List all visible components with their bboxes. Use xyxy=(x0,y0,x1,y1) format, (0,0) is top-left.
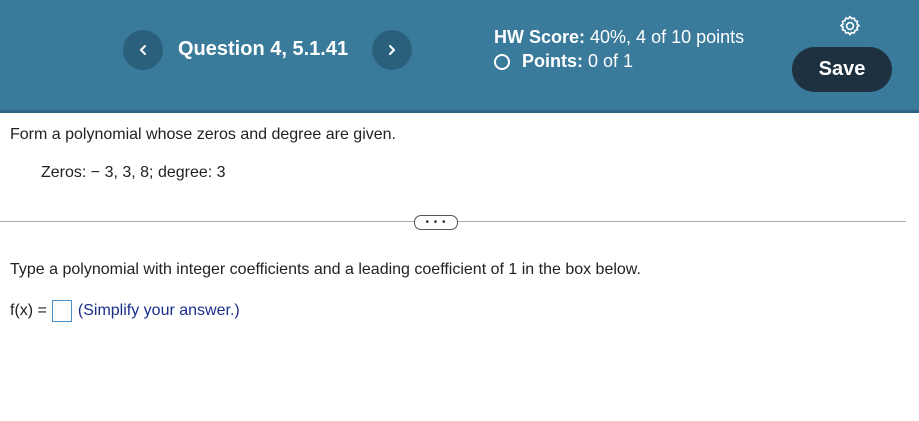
chevron-right-icon xyxy=(389,45,396,55)
next-question-button[interactable] xyxy=(372,30,412,70)
ellipsis-icon: • • • xyxy=(425,216,447,228)
answer-input[interactable] xyxy=(51,300,72,322)
answer-instruction: Type a polynomial with integer coefficie… xyxy=(10,261,641,278)
problem-prompt: Form a polynomial whose zeros and degree… xyxy=(10,126,396,143)
points-value: 0 of 1 xyxy=(588,51,634,71)
hw-score: HW Score: 40%, 4 of 10 points xyxy=(494,27,744,48)
question-title: Question 4, 5.1.41 xyxy=(178,38,349,60)
chevron-left-icon xyxy=(139,45,146,55)
expand-button[interactable]: • • • xyxy=(414,215,458,230)
circle-status-icon xyxy=(494,53,510,70)
top-bar-border xyxy=(0,110,919,113)
problem-given: Zeros: − 3, 3, 8; degree: 3 xyxy=(41,164,226,181)
hw-score-label: HW Score: xyxy=(494,27,586,47)
hw-score-value: 40%, 4 of 10 points xyxy=(590,27,745,47)
answer-row: f(x) = (Simplify your answer.) xyxy=(10,300,240,322)
save-button[interactable]: Save xyxy=(792,47,892,92)
function-label: f(x) = xyxy=(10,302,47,319)
gear-icon[interactable] xyxy=(838,14,862,38)
points-label: Points: xyxy=(522,51,583,71)
simplify-hint: (Simplify your answer.) xyxy=(77,302,240,319)
points-status: Points: 0 of 1 xyxy=(494,51,633,72)
previous-question-button[interactable] xyxy=(123,30,163,70)
